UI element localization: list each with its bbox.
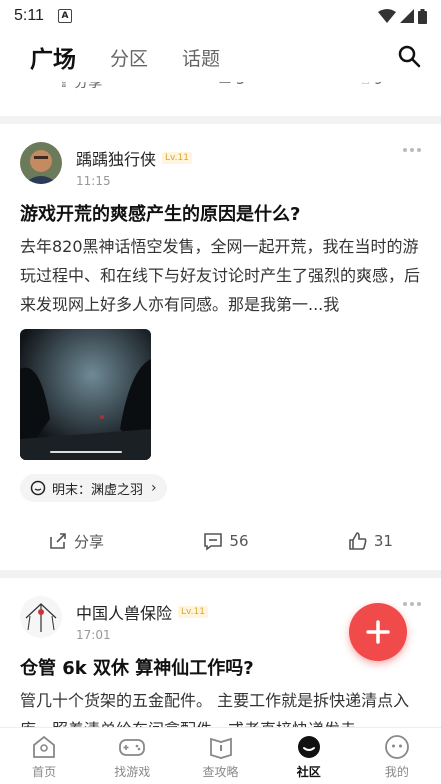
community-icon [297,736,320,758]
share-icon [50,533,66,549]
prev-share-button[interactable]: ⇪ 分享 [58,82,102,92]
chat-bubble-icon [30,480,46,496]
comment-button[interactable]: 56 [203,531,249,551]
search-icon[interactable] [397,44,421,68]
home-icon [33,735,55,758]
plus-icon [366,620,390,644]
avatar[interactable] [20,596,62,638]
post-title[interactable]: 仓管 6k 双休 算神仙工作吗? [20,654,421,680]
divider [0,570,441,578]
previous-post-actions: ⇪ 分享 ▭ 3 ☝ 9 [0,82,441,116]
post-time: 17:01 [76,628,111,642]
share-button[interactable]: 分享 [48,531,104,552]
like-button[interactable]: 31 [348,531,393,551]
share-label: 分享 [74,532,105,551]
post-time: 11:15 [76,174,111,188]
prev-share-label: 分享 [74,82,103,91]
bottom-nav-label: 首页 [32,765,57,779]
signal-icon [400,9,414,23]
bottom-nav-label: 我的 [384,765,409,779]
level-badge: Lv.11 [162,152,192,164]
status-time: 5:11 [14,7,44,24]
game-tag-label: 明末：渊虚之羽 [52,482,144,498]
post-actions: 分享 56 31 [20,512,421,570]
bottom-nav-find-games[interactable]: 找游戏 [88,728,176,784]
more-options-icon[interactable] [403,602,421,606]
thumbs-up-icon [349,532,367,550]
tab-square[interactable]: 广场 [30,40,76,74]
comment-icon [204,533,223,551]
avatar[interactable] [20,142,62,184]
prev-comment-count: 3 [236,82,245,88]
bottom-nav-home[interactable]: 首页 [0,728,88,784]
battery-icon [418,8,427,24]
bottom-nav-community[interactable]: 社区 [265,728,353,784]
chevron-right-icon: › [151,480,157,496]
post-body[interactable]: 管几十个货架的五金配件。 主要工作就是拆快递清点入库，照着清单给车间拿配件，或者… [20,686,420,727]
bottom-nav-label: 查攻略 [202,765,239,779]
bottom-nav-label: 社区 [296,765,321,779]
top-nav: 广场 分区 话题 [0,32,441,82]
bottom-nav-label: 找游戏 [114,765,151,779]
level-badge: Lv.11 [178,606,208,618]
gamepad-icon [119,739,146,756]
status-bar: 5:11 A [0,0,441,32]
tab-topics[interactable]: 话题 [182,44,220,71]
game-tag-chip[interactable]: 明末：渊虚之羽 › [20,474,167,502]
post-card[interactable]: 踽踽独行侠 Lv.11 11:15 游戏开荒的爽感产生的原因是什么? 去年820… [0,124,441,570]
bottom-nav-profile[interactable]: 我的 [353,728,441,784]
profile-icon [385,735,409,759]
status-icons [378,8,427,24]
create-post-button[interactable] [349,603,407,661]
more-options-icon[interactable] [403,148,421,152]
bottom-nav: 首页 找游戏 查攻略 社区 我的 [0,727,441,784]
post-title[interactable]: 游戏开荒的爽感产生的原因是什么? [20,200,421,226]
prev-like-count: 9 [374,82,383,88]
prev-like-button[interactable]: ☝ 9 [361,82,383,92]
author-name[interactable]: 中国人兽保险 [76,600,172,624]
wifi-icon [378,9,396,23]
like-count: 31 [373,532,393,550]
author-row: 踽踽独行侠 Lv.11 11:15 [20,142,421,188]
bottom-nav-guides[interactable]: 查攻略 [176,728,264,784]
divider [0,116,441,124]
tab-sections[interactable]: 分区 [110,44,148,71]
post-image[interactable] [20,329,151,460]
prev-comment-button[interactable]: ▭ 3 [218,82,245,92]
comment-count: 56 [229,532,249,550]
post-body[interactable]: 去年820黑神话悟空发售，全网一起开荒，我在当时的游玩过程中、和在线下与好友讨论… [20,232,420,319]
a-app-icon: A [57,9,72,23]
guide-book-icon [209,737,232,759]
author-name[interactable]: 踽踽独行侠 [76,146,156,170]
